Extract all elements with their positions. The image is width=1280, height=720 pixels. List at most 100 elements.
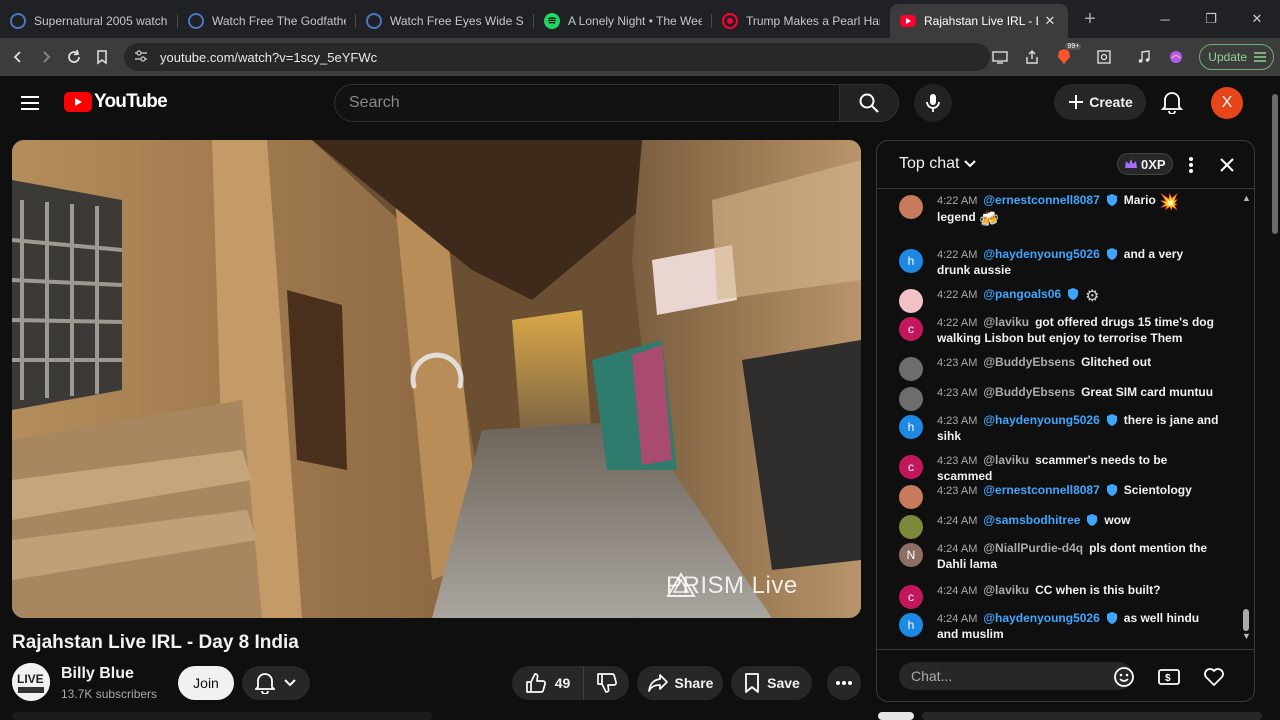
verified-badge-icon: [1087, 514, 1098, 526]
minimize-icon[interactable]: ─: [1142, 0, 1188, 38]
emoji-picker-icon[interactable]: [1111, 664, 1137, 690]
bell-icon: [255, 673, 275, 694]
close-window-icon[interactable]: ✕: [1234, 0, 1280, 38]
join-button[interactable]: Join: [178, 666, 234, 700]
message-time: 4:22 AM: [937, 195, 978, 207]
message-author[interactable]: @haydenyoung5026: [983, 611, 1099, 625]
back-icon[interactable]: [4, 43, 32, 71]
message-author[interactable]: @pangoals06: [983, 287, 1061, 301]
chat-mode-selector[interactable]: Top chat: [899, 155, 977, 173]
scroll-down-arrow-icon[interactable]: ▼: [1242, 631, 1251, 641]
chat-input[interactable]: [899, 662, 1133, 690]
forward-icon[interactable]: [32, 43, 60, 71]
youtube-header: YouTube Create X: [0, 76, 1270, 130]
youtube-play-icon: [64, 92, 92, 112]
chat-avatar[interactable]: [899, 289, 923, 313]
notifications-bell-icon[interactable]: [1158, 88, 1186, 116]
scroll-thumb[interactable]: [1243, 609, 1249, 631]
share-button[interactable]: Share: [637, 666, 723, 700]
browser-tab-6-active[interactable]: Rajahstan Live IRL - Da ✕: [890, 4, 1068, 38]
chat-message: 4:22 AM @pangoals06 ⚙: [899, 287, 1219, 313]
close-tab-icon[interactable]: ✕: [1042, 13, 1058, 29]
chat-avatar[interactable]: h: [899, 249, 923, 273]
chat-scrollbar[interactable]: ▲ ▼: [1241, 189, 1253, 649]
dislike-button[interactable]: [584, 666, 629, 700]
message-author[interactable]: @haydenyoung5026: [983, 413, 1099, 427]
crown-icon: [1125, 159, 1137, 168]
like-count: 49: [554, 675, 571, 691]
browser-tab-1[interactable]: Supernatural 2005 watch fi: [0, 6, 178, 36]
message-author[interactable]: @BuddyEbsens: [983, 355, 1075, 369]
media-icon[interactable]: [1129, 43, 1159, 71]
prism-live-watermark: PRISM Live: [666, 572, 798, 600]
sidebar-icon[interactable]: [1089, 43, 1119, 71]
install-app-icon[interactable]: [985, 43, 1015, 71]
more-actions-button[interactable]: [827, 666, 861, 700]
heart-icon[interactable]: [1201, 664, 1227, 690]
chat-avatar[interactable]: c: [899, 455, 923, 479]
site-settings-icon[interactable]: [134, 49, 150, 65]
url-bar[interactable]: youtube.com/watch?v=1scy_5eYFWc: [124, 43, 990, 71]
new-tab-button[interactable]: +: [1076, 5, 1104, 33]
reload-icon[interactable]: [60, 43, 88, 71]
close-chat-icon[interactable]: [1215, 153, 1239, 177]
video-player[interactable]: PRISM Live: [12, 140, 861, 618]
update-button[interactable]: Update: [1199, 44, 1274, 70]
chat-message: 4:23 AM @ernestconnell8087 Scientology: [899, 483, 1219, 509]
scroll-up-arrow-icon[interactable]: ▲: [1242, 193, 1251, 203]
message-author[interactable]: @laviku: [983, 583, 1029, 597]
filter-chips-row[interactable]: [922, 712, 1262, 720]
search-button[interactable]: [839, 84, 899, 122]
youtube-logo[interactable]: YouTube: [64, 91, 168, 113]
message-author[interactable]: @laviku: [983, 453, 1029, 467]
message-author[interactable]: @ernestconnell8087: [983, 483, 1099, 497]
hamburger-menu-icon[interactable]: [18, 91, 42, 115]
account-avatar[interactable]: X: [1211, 87, 1243, 119]
create-button[interactable]: Create: [1054, 84, 1146, 120]
share-page-icon[interactable]: [1017, 43, 1047, 71]
like-button[interactable]: 49: [512, 666, 584, 700]
chat-avatar[interactable]: [899, 357, 923, 381]
browser-tab-2[interactable]: Watch Free The Godfather: [178, 6, 356, 36]
subscription-notifications-button[interactable]: [242, 666, 310, 700]
browser-tab-3[interactable]: Watch Free Eyes Wide Shu: [356, 6, 534, 36]
restore-icon[interactable]: ❐: [1188, 0, 1234, 38]
chat-avatar[interactable]: [899, 515, 923, 539]
message-time: 4:22 AM: [937, 249, 978, 261]
browser-tab-5[interactable]: Trump Makes a Pearl Harb: [712, 6, 890, 36]
xp-badge[interactable]: 0XP: [1117, 153, 1173, 175]
super-chat-icon[interactable]: $: [1156, 664, 1182, 690]
browser-tab-4[interactable]: A Lonely Night • The Week: [534, 6, 712, 36]
message-author[interactable]: @BuddyEbsens: [983, 385, 1075, 399]
search-input[interactable]: [349, 94, 839, 112]
chat-message: h 4:24 AM @haydenyoung5026 as well hindu a…: [899, 611, 1219, 642]
message-author[interactable]: @NiallPurdie-d4q: [983, 541, 1083, 555]
chat-avatar[interactable]: h: [899, 613, 923, 637]
channel-avatar[interactable]: LIVE: [12, 663, 50, 701]
brave-badge: 99+: [1065, 43, 1082, 50]
channel-name[interactable]: Billy Blue: [61, 665, 134, 683]
update-label: Update: [1208, 50, 1247, 64]
chat-avatar[interactable]: c: [899, 317, 923, 341]
bookmark-icon[interactable]: [88, 43, 116, 71]
leo-ai-icon[interactable]: [1161, 43, 1191, 71]
chat-avatar[interactable]: [899, 195, 923, 219]
message-author[interactable]: @laviku: [983, 315, 1029, 329]
message-time: 4:23 AM: [937, 485, 978, 497]
chat-avatar[interactable]: [899, 387, 923, 411]
chat-avatar[interactable]: [899, 485, 923, 509]
filter-chip[interactable]: [878, 712, 914, 720]
message-author[interactable]: @haydenyoung5026: [983, 247, 1099, 261]
chat-avatar[interactable]: N: [899, 543, 923, 567]
message-author[interactable]: @samsbodhitree: [983, 513, 1080, 527]
message-text: got offered drugs 15 time's dog walking …: [937, 315, 1214, 345]
more-vertical-icon[interactable]: [1179, 153, 1203, 177]
voice-search-button[interactable]: [914, 84, 952, 122]
chat-avatar[interactable]: c: [899, 585, 923, 609]
save-button[interactable]: Save: [731, 666, 812, 700]
chevron-down-icon: [284, 679, 296, 687]
message-author[interactable]: @ernestconnell8087: [983, 193, 1099, 207]
brave-shield-icon[interactable]: 99+: [1049, 43, 1082, 71]
page-scrollbar[interactable]: [1270, 76, 1280, 720]
chat-avatar[interactable]: h: [899, 415, 923, 439]
